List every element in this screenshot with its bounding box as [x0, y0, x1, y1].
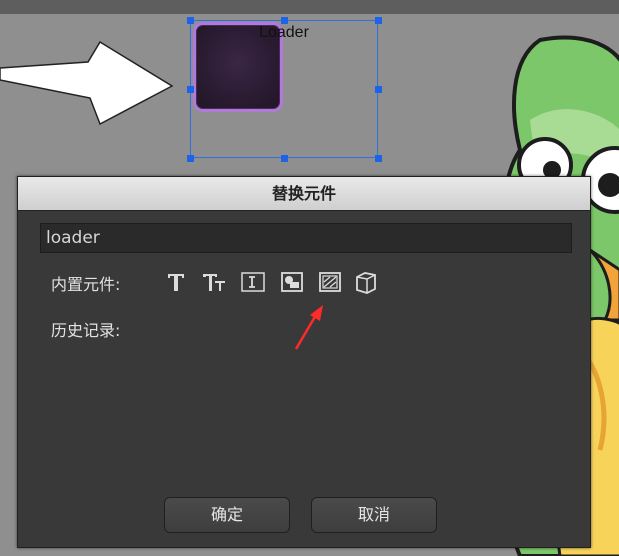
resize-handle-mr[interactable]: [375, 86, 382, 93]
selection-box[interactable]: [190, 20, 378, 158]
text-area-icon[interactable]: [240, 269, 266, 295]
component-search-input[interactable]: loader: [40, 223, 572, 253]
pointer-arrow-icon: [0, 40, 174, 126]
history-label: 历史记录:: [51, 321, 121, 340]
confirm-button[interactable]: 确定: [164, 497, 290, 533]
text-icon[interactable]: [163, 269, 189, 295]
cancel-button[interactable]: 取消: [311, 497, 437, 533]
resize-handle-tc[interactable]: [281, 17, 288, 24]
3d-icon[interactable]: [353, 269, 379, 295]
annotation-arrow-icon: [294, 305, 323, 350]
top-bar: [0, 0, 619, 14]
text-input-icon[interactable]: [201, 269, 227, 295]
resize-handle-tl[interactable]: [187, 17, 194, 24]
resize-handle-bl[interactable]: [187, 155, 194, 162]
resize-handle-bc[interactable]: [281, 155, 288, 162]
image-icon[interactable]: [279, 269, 305, 295]
builtin-components-label: 内置元件:: [51, 275, 121, 294]
replace-component-dialog: 替换元件 loader 内置元件: 历史记录: 确定 取消: [17, 176, 591, 548]
resize-handle-br[interactable]: [375, 155, 382, 162]
loader-icon[interactable]: [317, 269, 343, 295]
dialog-title: 替换元件: [18, 177, 590, 211]
resize-handle-ml[interactable]: [187, 86, 194, 93]
resize-handle-tr[interactable]: [375, 17, 382, 24]
